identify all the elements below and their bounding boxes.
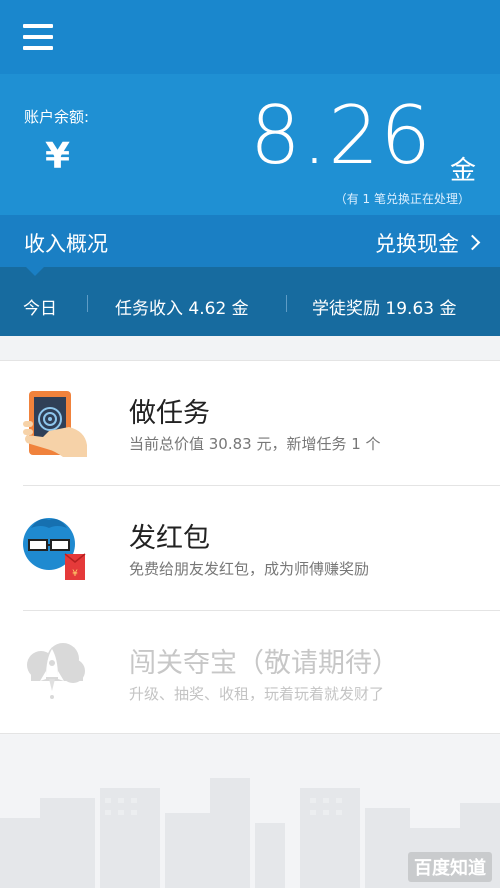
list-item-send-red-envelope[interactable]: ¥ 发红包 免费给朋友发红包，成为师傅赚奖励	[0, 486, 500, 610]
balance-unit: 金	[449, 156, 476, 186]
income-overview-title: 收入概况	[24, 232, 108, 256]
balance-panel: 账户余额: ¥ 8.26 金 （有 1 笔兑换正在处理）	[0, 74, 500, 215]
section-gap	[0, 336, 500, 360]
item-title: 闯关夺宝（敬请期待）	[129, 648, 399, 679]
exchange-cash-link[interactable]: 兑换现金	[375, 228, 481, 258]
balance-label: 账户余额:	[24, 108, 90, 126]
item-desc: 免费给朋友发红包，成为师傅赚奖励	[129, 560, 370, 578]
top-bar	[0, 0, 500, 74]
red-envelope-icon: ¥	[23, 516, 87, 582]
svg-text:¥: ¥	[72, 569, 78, 579]
income-overview-bar: 收入概况 兑换现金	[0, 215, 500, 267]
item-title: 发红包	[129, 523, 210, 554]
exchange-pending-note: （有 1 笔兑换正在处理）	[334, 192, 470, 206]
feature-list: 做任务 当前总价值 30.83 元，新增任务 1 个 ¥ 发红包 免费给朋友发红…	[0, 360, 500, 734]
currency-symbol: ¥	[45, 136, 71, 177]
chevron-right-icon	[464, 234, 481, 251]
stats-divider	[286, 295, 287, 312]
list-item-do-tasks[interactable]: 做任务 当前总价值 30.83 元，新增任务 1 个	[0, 361, 500, 485]
menu-icon[interactable]	[23, 24, 53, 50]
watermark: 百度知道	[408, 852, 492, 882]
bottom-area: 百度知道	[0, 735, 500, 888]
phone-hand-icon	[23, 391, 87, 457]
task-income: 任务收入 4.62 金	[115, 299, 249, 319]
today-label: 今日	[23, 299, 57, 319]
today-stats-bar: 今日 任务收入 4.62 金 学徒奖励 19.63 金	[0, 267, 500, 336]
item-title: 做任务	[129, 398, 210, 429]
exchange-cash-label: 兑换现金	[375, 232, 459, 256]
item-desc: 当前总价值 30.83 元，新增任务 1 个	[129, 435, 381, 453]
stats-divider	[87, 295, 88, 312]
apprentice-reward: 学徒奖励 19.63 金	[312, 299, 457, 319]
item-desc: 升级、抽奖、收租，玩着玩着就发财了	[129, 685, 385, 703]
list-item-treasure-hunt: 闯关夺宝（敬请期待） 升级、抽奖、收租，玩着玩着就发财了	[0, 611, 500, 735]
rocket-icon	[23, 641, 87, 707]
balance-amount: 8.26	[249, 89, 432, 182]
